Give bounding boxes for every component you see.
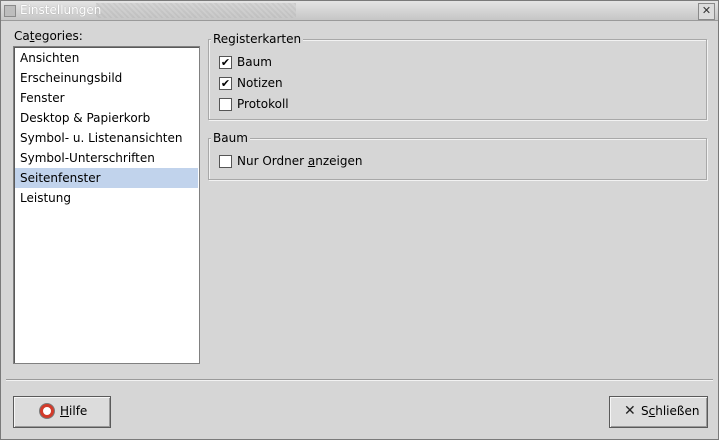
registerkarten-title: Registerkarten <box>211 32 304 46</box>
window-menu-icon[interactable] <box>4 5 16 17</box>
close-icon: ✕ <box>701 4 712 17</box>
baum-frame-title: Baum <box>211 131 250 145</box>
category-leistung[interactable]: Leistung <box>15 188 198 208</box>
title-bar[interactable]: Einstellungen ✕ <box>1 1 718 21</box>
registerkarten-frame: Registerkarten ✔ Baum ✔ Notizen Protokol… <box>208 32 707 120</box>
notizen-label: Notizen <box>237 76 283 90</box>
nur-ordner-checkbox[interactable] <box>219 155 232 168</box>
category-symbol-unterschriften[interactable]: Symbol-Unterschriften <box>15 148 198 168</box>
protokoll-checkbox[interactable] <box>219 98 232 111</box>
window-title: Einstellungen <box>20 3 102 17</box>
category-ansichten[interactable]: Ansichten <box>15 48 198 68</box>
close-button-label: Schließen <box>641 404 700 418</box>
categories-list[interactable]: Ansichten Erscheinungsbild Fenster Deskt… <box>13 46 200 364</box>
close-icon: ✕ <box>624 403 636 419</box>
check-icon: ✔ <box>220 56 231 69</box>
categories-label: Categories: <box>14 29 83 43</box>
notizen-checkbox[interactable]: ✔ <box>219 77 232 90</box>
preferences-window: Einstellungen ✕ Categories: Ansichten Er… <box>0 0 719 440</box>
protokoll-label: Protokoll <box>237 97 289 111</box>
baum-frame: Baum Nur Ordner anzeigen <box>208 131 707 180</box>
category-desktop-papierkorb[interactable]: Desktop & Papierkorb <box>15 108 198 128</box>
category-symbol-listenansichten[interactable]: Symbol- u. Listenansichten <box>15 128 198 148</box>
baum-checkbox[interactable]: ✔ <box>219 56 232 69</box>
button-separator <box>6 379 713 381</box>
window-close-button[interactable]: ✕ <box>698 3 715 20</box>
category-fenster[interactable]: Fenster <box>15 88 198 108</box>
help-button[interactable]: Hilfe <box>13 396 111 428</box>
lifebuoy-icon <box>40 404 54 418</box>
check-icon: ✔ <box>220 77 231 90</box>
close-button[interactable]: ✕ Schließen <box>609 396 708 428</box>
category-seitenfenster[interactable]: Seitenfenster <box>15 168 198 188</box>
nur-ordner-label: Nur Ordner anzeigen <box>237 154 363 168</box>
category-erscheinungsbild[interactable]: Erscheinungsbild <box>15 68 198 88</box>
help-button-label: Hilfe <box>60 404 88 418</box>
baum-label: Baum <box>237 55 272 69</box>
title-bar-texture <box>96 3 296 18</box>
